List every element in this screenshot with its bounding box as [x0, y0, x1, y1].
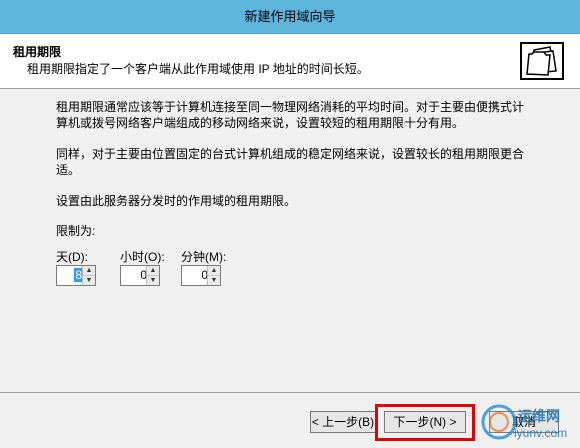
back-button[interactable]: < 上一步(B): [310, 411, 376, 433]
limit-label: 限制为:: [56, 224, 96, 238]
days-label: 天(D):: [56, 250, 88, 264]
minutes-label: 分钟(M):: [181, 250, 227, 264]
days-input[interactable]: 8: [57, 266, 83, 285]
window-title: 新建作用域向导: [244, 9, 336, 24]
watermark-brand: 运维网: [518, 408, 560, 424]
folders-icon: [520, 42, 564, 80]
hours-spin-buttons[interactable]: ▲ ▼: [146, 266, 159, 285]
minutes-spinner[interactable]: 0 ▲ ▼: [181, 265, 221, 286]
minutes-value[interactable]: 0: [182, 266, 208, 285]
title-bar: 新建作用域向导: [0, 0, 580, 34]
description-paragraph-3: 设置由此服务器分发时的作用域的租用期限。: [56, 194, 297, 208]
days-spin-buttons[interactable]: ▲ ▼: [82, 266, 95, 285]
hours-label: 小时(O):: [120, 250, 165, 264]
page-subtitle: 租用期限指定了一个客户端从此作用域使用 IP 地址的时间长短。: [27, 62, 369, 76]
wizard-header: 租用期限 租用期限指定了一个客户端从此作用域使用 IP 地址的时间长短。: [0, 34, 580, 89]
up-arrow-icon[interactable]: ▲: [208, 266, 220, 276]
hours-spinner[interactable]: 0 ▲ ▼: [120, 265, 160, 286]
down-arrow-icon[interactable]: ▼: [208, 276, 220, 285]
hours-value[interactable]: 0: [121, 266, 147, 285]
days-spinner[interactable]: 8 ▲ ▼: [56, 265, 96, 286]
description-paragraph-2: 同样，对于主要由位置固定的台式计算机组成的稳定网络来说，设置较长的租用期限更合适…: [56, 147, 525, 177]
watermark-url: iyunv.com: [514, 426, 568, 440]
minutes-spin-buttons[interactable]: ▲ ▼: [207, 266, 220, 285]
watermark: 运维网 iyunv.com: [478, 396, 580, 448]
wizard-window: 新建作用域向导 租用期限 租用期限指定了一个客户端从此作用域使用 IP 地址的时…: [0, 0, 580, 448]
down-arrow-icon[interactable]: ▼: [147, 276, 159, 285]
description-paragraph-1: 租用期限通常应该等于计算机连接至同一物理网络消耗的平均时间。对于主要由便携式计算…: [56, 100, 525, 130]
footer-divider: [0, 392, 580, 393]
highlight-box: [375, 404, 475, 441]
watermark-logo-icon: [481, 404, 517, 440]
down-arrow-icon[interactable]: ▼: [83, 276, 95, 285]
up-arrow-icon[interactable]: ▲: [147, 266, 159, 276]
page-title: 租用期限: [13, 45, 62, 59]
up-arrow-icon[interactable]: ▲: [83, 266, 95, 276]
